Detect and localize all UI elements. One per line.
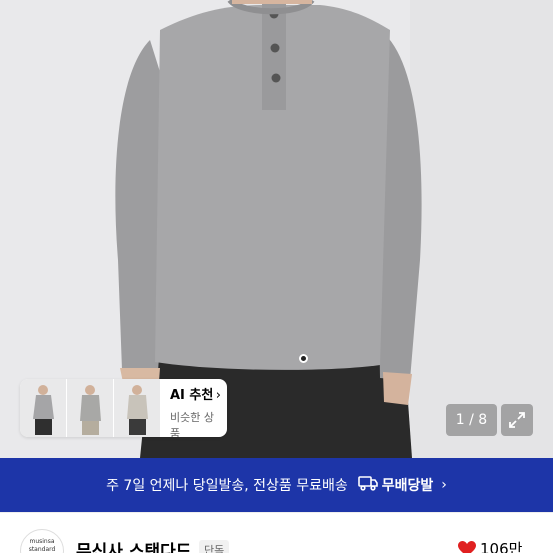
expand-icon[interactable] <box>501 404 533 436</box>
recommend-thumb[interactable] <box>20 379 67 437</box>
ai-recommendation-label[interactable]: AI 추천 비슷한 상품 › <box>161 379 227 437</box>
store-logo[interactable]: musinsa standard <box>20 529 64 553</box>
ai-subtitle: 비슷한 상품 <box>170 411 214 437</box>
ai-recommendation-strip[interactable]: AI 추천 비슷한 상품 › <box>20 379 227 437</box>
chevron-right-icon: › <box>215 388 221 403</box>
store-row[interactable]: musinsa standard 무신사 스탠다드 단독 106만 <box>0 512 553 553</box>
exclusive-badge: 단독 <box>199 540 230 553</box>
carousel-dot <box>299 354 308 363</box>
like-count: 106만 <box>480 540 523 553</box>
like-button[interactable]: 106만 <box>458 538 522 553</box>
shipping-brand: 무배당발 <box>381 478 434 494</box>
store-name[interactable]: 무신사 스탠다드 <box>76 537 191 553</box>
shipping-banner[interactable]: 주 7일 언제나 당일발송, 전상품 무료배송 무배당발 › <box>0 458 553 512</box>
heart-icon <box>458 540 476 553</box>
truck-icon <box>357 475 378 495</box>
recommend-thumb[interactable] <box>114 379 161 437</box>
image-pager: 1 / 8 <box>446 404 497 436</box>
chevron-right-icon: › <box>441 477 447 493</box>
recommend-thumb[interactable] <box>67 379 114 437</box>
shipping-text: 주 7일 언제나 당일발송, 전상품 무료배송 <box>106 478 348 494</box>
ai-title: AI 추천 <box>170 388 214 403</box>
